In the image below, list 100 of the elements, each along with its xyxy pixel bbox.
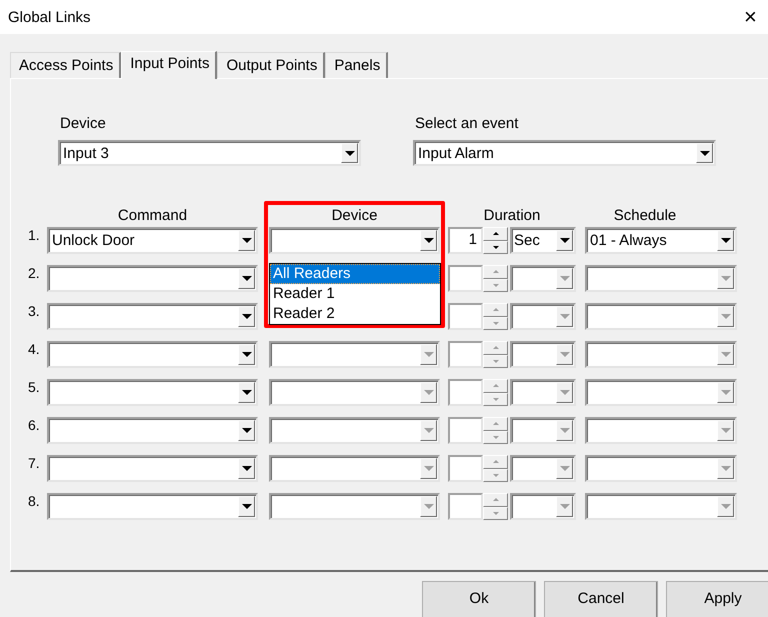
caret-icon	[492, 498, 498, 502]
caret-icon	[560, 466, 570, 471]
command-combo[interactable]	[47, 265, 258, 292]
dropdown-button[interactable]	[420, 230, 437, 251]
dropdown-button[interactable]	[238, 382, 255, 403]
duration-field[interactable]: 1	[448, 227, 483, 254]
caret-icon	[560, 428, 570, 433]
dropdown-option[interactable]: All Readers	[270, 264, 440, 284]
caret-icon	[492, 308, 498, 312]
unit-combo[interactable]	[510, 303, 576, 330]
caret-icon	[560, 276, 570, 281]
device-combo[interactable]: Input 3	[58, 140, 361, 166]
schedule-combo[interactable]	[585, 303, 737, 330]
caret-icon	[560, 314, 570, 319]
duration-field[interactable]	[448, 341, 483, 368]
dropdown-button[interactable]	[696, 143, 713, 163]
caret-icon	[242, 390, 252, 395]
device-combo[interactable]	[269, 341, 440, 368]
caret-icon	[424, 504, 434, 509]
unit-combo[interactable]	[510, 417, 576, 444]
caret-icon	[560, 238, 570, 243]
command-combo[interactable]	[47, 341, 258, 368]
dropdown-button[interactable]	[556, 230, 573, 251]
row-number: 4.	[28, 341, 41, 357]
caret-icon	[492, 384, 498, 388]
schedule-combo[interactable]	[585, 455, 737, 482]
schedule-combo[interactable]	[585, 493, 737, 520]
column-header: Duration	[484, 206, 540, 224]
row-number: 3.	[28, 303, 41, 319]
duration-field[interactable]	[448, 265, 483, 292]
spin-down-button[interactable]	[483, 240, 508, 254]
tab[interactable]: Input Points	[121, 51, 218, 79]
dropdown-button[interactable]	[238, 496, 255, 517]
close-button[interactable]: ×	[744, 6, 768, 28]
schedule-combo[interactable]	[585, 417, 737, 444]
schedule-combo[interactable]	[585, 265, 737, 292]
caret-icon	[424, 466, 434, 471]
command-combo[interactable]: Unlock Door	[47, 227, 258, 254]
row-number: 1.	[28, 227, 41, 243]
window-title: Global Links	[8, 8, 91, 26]
dropdown-button[interactable]	[238, 458, 255, 479]
duration-field[interactable]	[448, 379, 483, 406]
caret-icon	[424, 390, 434, 395]
tab[interactable]: Panels	[325, 52, 388, 78]
dropdown-option[interactable]: Reader 2	[270, 304, 440, 324]
device-combo[interactable]	[269, 379, 440, 406]
schedule-combo[interactable]	[585, 379, 737, 406]
caret-icon	[492, 346, 498, 350]
row-number: 5.	[28, 379, 41, 395]
caret-icon	[242, 238, 252, 243]
caret-icon	[700, 150, 710, 156]
caret-icon	[344, 150, 354, 156]
dropdown-option[interactable]: Reader 1	[270, 284, 440, 304]
command-combo[interactable]	[47, 493, 258, 520]
dropdown-button[interactable]	[341, 143, 358, 163]
dialog-button[interactable]: Cancel	[544, 581, 658, 617]
unit-combo[interactable]	[510, 493, 576, 520]
device-combo[interactable]	[269, 227, 440, 254]
duration-field[interactable]	[448, 455, 483, 482]
dropdown-button[interactable]	[717, 230, 734, 251]
event-combo[interactable]: Input Alarm	[413, 140, 716, 166]
spin-up-button[interactable]	[483, 227, 508, 240]
caret-icon	[492, 270, 498, 274]
caret-icon	[242, 276, 252, 281]
command-combo[interactable]	[47, 455, 258, 482]
tab[interactable]: Access Points	[10, 52, 122, 78]
dropdown-button[interactable]	[238, 420, 255, 441]
command-combo[interactable]	[47, 303, 258, 330]
dropdown-button[interactable]	[238, 306, 255, 327]
dropdown-button[interactable]	[238, 230, 255, 251]
dialog-button[interactable]: Apply	[666, 581, 768, 617]
field-label: Select an event	[414, 115, 520, 134]
unit-combo[interactable]	[510, 265, 576, 292]
device-combo[interactable]	[269, 493, 440, 520]
dialog-button[interactable]: Ok	[422, 581, 536, 617]
unit-combo[interactable]	[510, 455, 576, 482]
tab[interactable]: Output Points	[217, 52, 326, 78]
unit-combo[interactable]	[510, 379, 576, 406]
caret-icon	[424, 428, 434, 433]
command-combo[interactable]	[47, 379, 258, 406]
duration-field[interactable]	[448, 303, 483, 330]
schedule-combo[interactable]	[585, 341, 737, 368]
caret-icon	[242, 314, 252, 319]
device-combo[interactable]	[269, 455, 440, 482]
device-combo[interactable]	[269, 417, 440, 444]
command-combo[interactable]	[47, 417, 258, 444]
schedule-combo[interactable]: 01 - Always	[585, 227, 737, 254]
unit-combo[interactable]	[510, 341, 576, 368]
column-header: Device	[332, 206, 378, 224]
duration-field[interactable]	[448, 493, 483, 520]
dropdown-button[interactable]	[238, 268, 255, 289]
field-label: Device	[59, 115, 107, 134]
duration-field[interactable]	[448, 417, 483, 444]
dropdown-button[interactable]	[238, 344, 255, 365]
caret-icon	[242, 352, 252, 357]
caret-icon	[424, 352, 434, 357]
caret-icon	[492, 436, 498, 439]
caret-icon	[492, 360, 498, 363]
unit-combo[interactable]: Sec	[510, 227, 576, 254]
caret-icon	[492, 398, 498, 401]
